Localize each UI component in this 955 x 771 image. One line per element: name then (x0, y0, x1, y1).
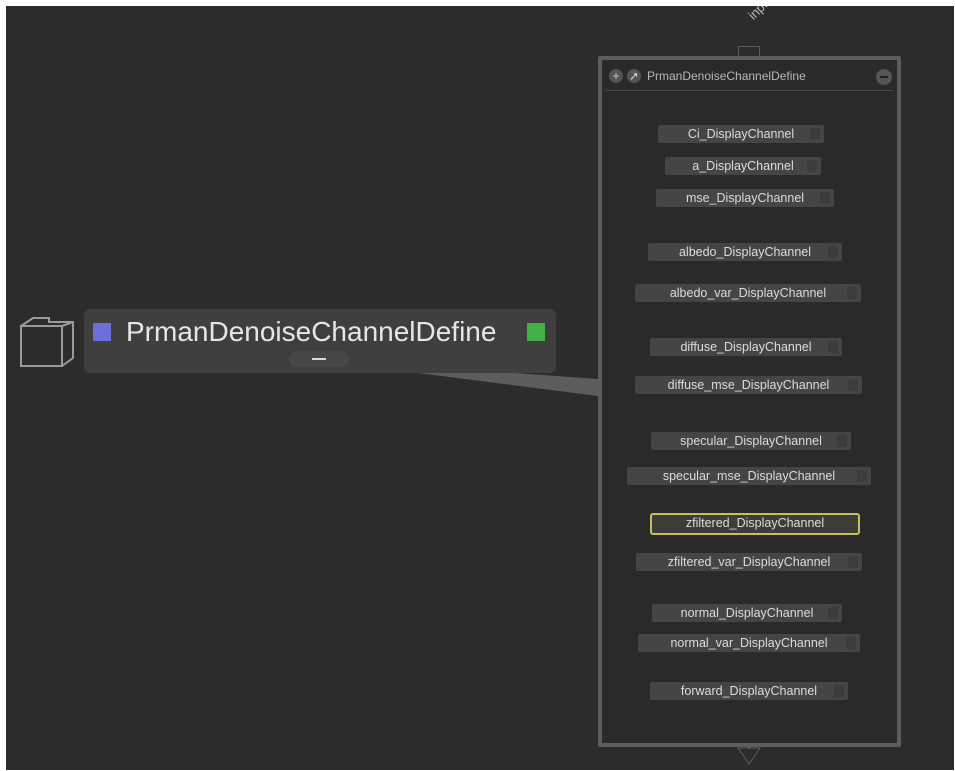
folder-icon[interactable] (18, 312, 76, 372)
channel-node-zfiltered-var-displaychannel[interactable]: zfiltered_var_DisplayChannel (636, 553, 862, 571)
node-graph-canvas[interactable]: input PrmanDenoiseChannelDefine + ➚ Prma… (6, 6, 954, 770)
channel-node-diffuse-mse-displaychannel[interactable]: diffuse_mse_DisplayChannel (635, 376, 862, 394)
node-output-port[interactable] (837, 435, 847, 447)
panel-divider (606, 90, 893, 91)
node-flag-swatch (527, 323, 545, 341)
node-output-port[interactable] (848, 556, 858, 568)
node-output-port[interactable] (834, 685, 844, 697)
channel-node-zfiltered-displaychannel[interactable]: zfiltered_DisplayChannel (650, 513, 860, 535)
output-arrow (737, 747, 761, 765)
node-output-port[interactable] (857, 470, 867, 482)
channel-node-specular-mse-displaychannel[interactable]: specular_mse_DisplayChannel (627, 467, 871, 485)
node-output-port[interactable] (810, 128, 820, 140)
minimize-icon[interactable] (876, 69, 892, 85)
panel-header: + ➚ PrmanDenoiseChannelDefine (602, 60, 897, 90)
node-output-port[interactable] (828, 341, 838, 353)
minus-icon (312, 358, 326, 360)
panel-title: PrmanDenoiseChannelDefine (647, 69, 806, 83)
add-icon[interactable]: + (609, 69, 623, 83)
node-output-port[interactable] (820, 192, 830, 204)
channel-node-normal-displaychannel[interactable]: normal_DisplayChannel (652, 604, 842, 622)
node-output-port[interactable] (848, 379, 858, 391)
channel-node-mse-displaychannel[interactable]: mse_DisplayChannel (656, 189, 834, 207)
channel-node-ci-displaychannel[interactable]: Ci_DisplayChannel (658, 125, 824, 143)
channel-node-normal-var-displaychannel[interactable]: normal_var_DisplayChannel (638, 634, 860, 652)
channel-node-forward-displaychannel[interactable]: forward_DisplayChannel (650, 682, 848, 700)
node-output-port[interactable] (828, 607, 838, 619)
pin-icon[interactable]: ➚ (627, 69, 641, 83)
channel-node-albedo-var-displaychannel[interactable]: albedo_var_DisplayChannel (635, 284, 861, 302)
channel-node-albedo-displaychannel[interactable]: albedo_DisplayChannel (648, 243, 842, 261)
node-color-swatch (93, 323, 111, 341)
expanded-group-panel[interactable]: + ➚ PrmanDenoiseChannelDefine Ci_Display… (598, 56, 901, 747)
channel-node-diffuse-displaychannel[interactable]: diffuse_DisplayChannel (650, 338, 842, 356)
channel-node-specular-displaychannel[interactable]: specular_DisplayChannel (651, 432, 851, 450)
collapse-toggle-button[interactable] (289, 351, 349, 367)
node-output-port[interactable] (807, 160, 817, 172)
group-node-title: PrmanDenoiseChannelDefine (126, 316, 497, 347)
node-output-port[interactable] (847, 287, 857, 299)
collapsed-group-node[interactable]: PrmanDenoiseChannelDefine (84, 309, 556, 373)
node-output-port[interactable] (846, 637, 856, 649)
node-output-port[interactable] (828, 246, 838, 258)
channel-node-a-displaychannel[interactable]: a_DisplayChannel (665, 157, 821, 175)
